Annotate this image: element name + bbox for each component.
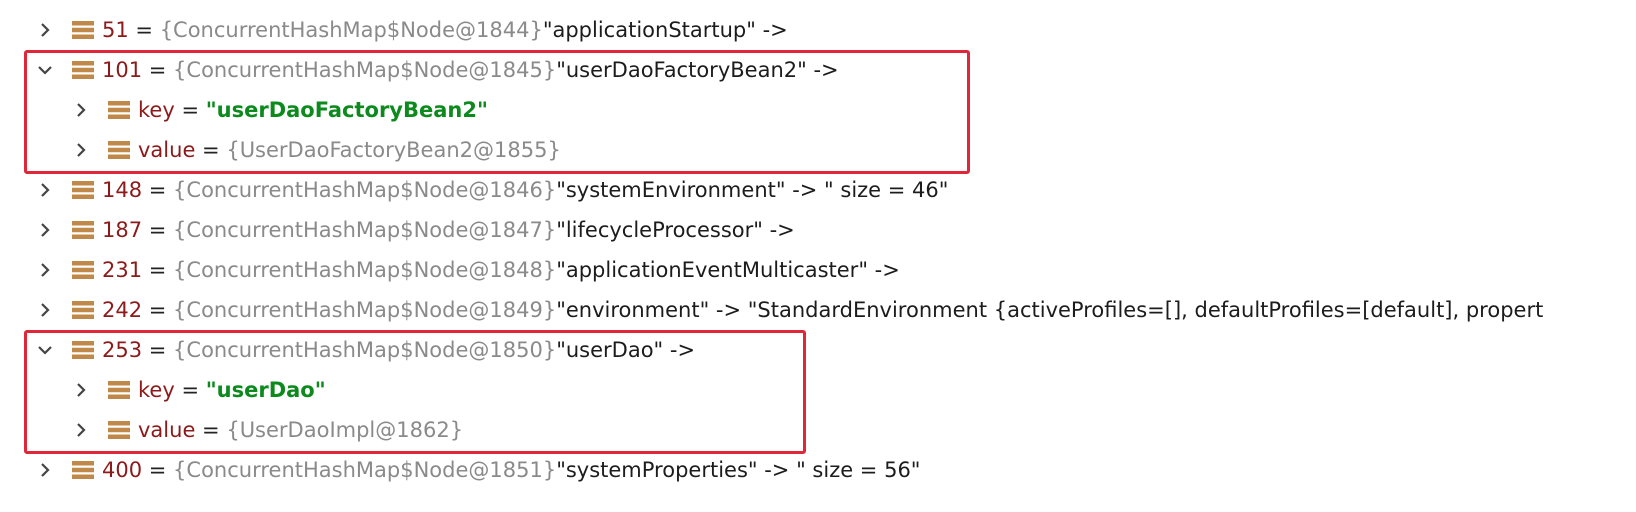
row-ref: {ConcurrentHashMap$Node@1851} xyxy=(173,458,557,482)
tree-row-148[interactable]: 148 = {ConcurrentHashMap$Node@1846} "sys… xyxy=(0,170,1636,210)
tree-row-101-value[interactable]: value = {UserDaoFactoryBean2@1855} xyxy=(0,130,1636,170)
equals-sign: = xyxy=(142,458,174,482)
row-value: "environment" -> "StandardEnvironment {a… xyxy=(556,298,1544,322)
equals-sign: = xyxy=(142,218,174,242)
child-ref: {UserDaoImpl@1862} xyxy=(226,418,464,442)
row-value: "systemProperties" -> " size = 56" xyxy=(556,458,921,482)
tree-row-187[interactable]: 187 = {ConcurrentHashMap$Node@1847} "lif… xyxy=(0,210,1636,250)
chevron-right-icon[interactable] xyxy=(72,101,90,119)
chevron-right-icon[interactable] xyxy=(72,381,90,399)
equals-sign: = xyxy=(174,98,206,122)
tree-row-231[interactable]: 231 = {ConcurrentHashMap$Node@1848} "app… xyxy=(0,250,1636,290)
child-string-value: "userDao" xyxy=(205,378,326,402)
field-stack-icon xyxy=(72,461,94,479)
child-key: value xyxy=(138,138,196,162)
equals-sign: = xyxy=(142,178,174,202)
chevron-down-icon[interactable] xyxy=(36,341,54,359)
equals-sign: = xyxy=(142,58,174,82)
chevron-right-icon[interactable] xyxy=(36,461,54,479)
field-stack-icon xyxy=(108,421,130,439)
row-key: 400 xyxy=(102,458,143,482)
row-key: 253 xyxy=(102,338,143,362)
chevron-right-icon[interactable] xyxy=(36,221,54,239)
row-key: 231 xyxy=(102,258,143,282)
tree-row-242[interactable]: 242 = {ConcurrentHashMap$Node@1849} "env… xyxy=(0,290,1636,330)
row-ref: {ConcurrentHashMap$Node@1847} xyxy=(173,218,557,242)
tree-row-253-value[interactable]: value = {UserDaoImpl@1862} xyxy=(0,410,1636,450)
chevron-right-icon[interactable] xyxy=(36,301,54,319)
row-key: 148 xyxy=(102,178,143,202)
equals-sign: = xyxy=(195,138,227,162)
field-stack-icon xyxy=(72,181,94,199)
tree-row-101-key[interactable]: key = "userDaoFactoryBean2" xyxy=(0,90,1636,130)
chevron-right-icon[interactable] xyxy=(72,421,90,439)
row-value: "userDao" -> xyxy=(556,338,696,362)
tree-row-253[interactable]: 253 = {ConcurrentHashMap$Node@1850} "use… xyxy=(0,330,1636,370)
row-value: "applicationEventMulticaster" -> xyxy=(556,258,900,282)
equals-sign: = xyxy=(195,418,227,442)
child-key: key xyxy=(138,378,175,402)
equals-sign: = xyxy=(142,298,174,322)
row-value: "applicationStartup" -> xyxy=(542,18,788,42)
row-ref: {ConcurrentHashMap$Node@1845} xyxy=(173,58,557,82)
chevron-right-icon[interactable] xyxy=(36,261,54,279)
field-stack-icon xyxy=(72,21,94,39)
tree-row-51[interactable]: 51 = {ConcurrentHashMap$Node@1844} "appl… xyxy=(0,10,1636,50)
equals-sign: = xyxy=(128,18,160,42)
field-stack-icon xyxy=(72,341,94,359)
tree-row-101[interactable]: 101 = {ConcurrentHashMap$Node@1845} "use… xyxy=(0,50,1636,90)
row-ref: {ConcurrentHashMap$Node@1850} xyxy=(173,338,557,362)
tree-row-253-key[interactable]: key = "userDao" xyxy=(0,370,1636,410)
equals-sign: = xyxy=(142,338,174,362)
equals-sign: = xyxy=(142,258,174,282)
field-stack-icon xyxy=(108,101,130,119)
row-ref: {ConcurrentHashMap$Node@1844} xyxy=(159,18,543,42)
row-key: 242 xyxy=(102,298,143,322)
row-ref: {ConcurrentHashMap$Node@1848} xyxy=(173,258,557,282)
row-ref: {ConcurrentHashMap$Node@1849} xyxy=(173,298,557,322)
row-key: 187 xyxy=(102,218,143,242)
row-value: "systemEnvironment" -> " size = 46" xyxy=(556,178,949,202)
field-stack-icon xyxy=(108,381,130,399)
chevron-right-icon[interactable] xyxy=(36,21,54,39)
field-stack-icon xyxy=(108,141,130,159)
row-value: "userDaoFactoryBean2" -> xyxy=(556,58,839,82)
chevron-down-icon[interactable] xyxy=(36,61,54,79)
child-string-value: "userDaoFactoryBean2" xyxy=(205,98,488,122)
chevron-right-icon[interactable] xyxy=(36,181,54,199)
field-stack-icon xyxy=(72,261,94,279)
debugger-variables-tree: 51 = {ConcurrentHashMap$Node@1844} "appl… xyxy=(0,10,1636,490)
field-stack-icon xyxy=(72,61,94,79)
child-key: key xyxy=(138,98,175,122)
field-stack-icon xyxy=(72,221,94,239)
row-ref: {ConcurrentHashMap$Node@1846} xyxy=(173,178,557,202)
row-value: "lifecycleProcessor" -> xyxy=(556,218,795,242)
field-stack-icon xyxy=(72,301,94,319)
child-ref: {UserDaoFactoryBean2@1855} xyxy=(226,138,561,162)
row-key: 51 xyxy=(102,18,129,42)
chevron-right-icon[interactable] xyxy=(72,141,90,159)
row-key: 101 xyxy=(102,58,143,82)
tree-row-400[interactable]: 400 = {ConcurrentHashMap$Node@1851} "sys… xyxy=(0,450,1636,490)
equals-sign: = xyxy=(174,378,206,402)
child-key: value xyxy=(138,418,196,442)
